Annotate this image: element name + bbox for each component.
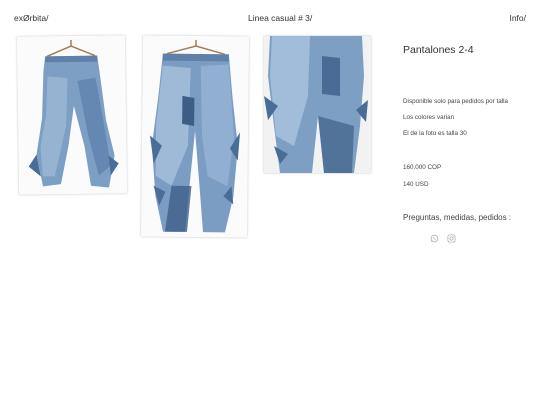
instagram-icon[interactable] [447,230,456,243]
availability-text: Disponible solo para pedidos por talla [403,98,509,105]
colors-note-text: Los colores varian [403,114,455,121]
whatsapp-icon[interactable] [430,230,439,243]
info-link[interactable]: Info/ [509,13,526,23]
price-usd: 140 USD [403,181,429,188]
photo-size-text: El de la foto es talla 30 [403,130,467,137]
product-title: Pantalones 2-4 [403,44,474,56]
product-image-3[interactable] [264,36,371,173]
product-image-2[interactable] [140,35,250,238]
collection-link[interactable]: Linea casual # 3/ [248,13,312,23]
questions-text: Preguntas, medidas, pedidos : [403,213,512,222]
brand-link[interactable]: exØrbita/ [14,13,49,23]
product-image-1[interactable] [16,35,128,195]
jeans-front-detail-illustration [150,39,241,233]
price-cop: 160.000 COP [403,164,442,171]
jeans-back-illustration [264,36,371,173]
jeans-front-illustration [28,39,119,188]
